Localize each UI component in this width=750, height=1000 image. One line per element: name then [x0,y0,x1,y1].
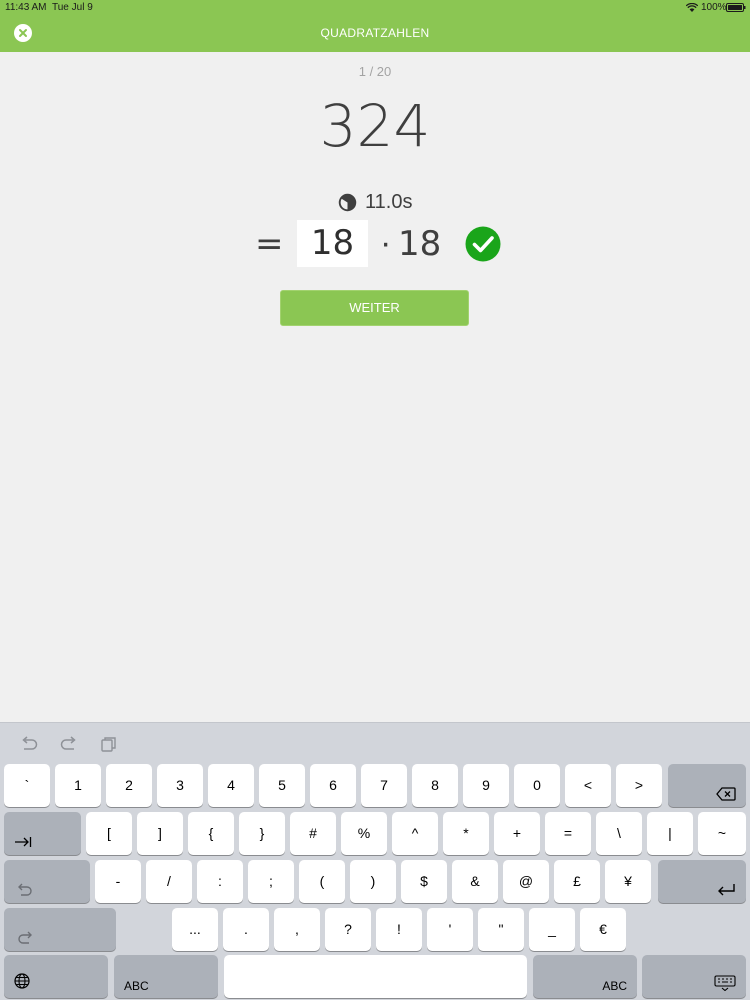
equals-sign: = [255,224,284,264]
key[interactable]: 9 [463,764,509,807]
page-title: QUADRATZAHLEN [320,26,430,40]
key[interactable]: ] [137,812,183,855]
paste-icon[interactable] [100,736,118,752]
key[interactable]: 7 [361,764,407,807]
key[interactable]: " [478,908,524,951]
key[interactable]: @ [503,860,549,903]
return-icon [718,884,735,896]
app-header: 11:43 AM Tue Jul 9 100% QUADRATZAHLEN [0,0,750,52]
keyboard-dismiss-icon [714,975,736,991]
tab-icon [15,837,32,847]
redo-key[interactable] [4,908,116,951]
key[interactable]: [ [86,812,132,855]
abc-label-right: ABC [602,979,627,993]
key[interactable]: ... [172,908,218,951]
key[interactable]: ? [325,908,371,951]
undo-key[interactable] [4,860,90,903]
answer-input[interactable]: 18 [297,220,368,267]
progress-counter: 1 / 20 [358,64,392,79]
key[interactable]: 0 [514,764,560,807]
key[interactable]: = [545,812,591,855]
key[interactable]: | [647,812,693,855]
battery-percent: 100% [701,2,727,13]
question-number: 324 [319,92,431,160]
key[interactable]: { [188,812,234,855]
tab-key[interactable] [4,812,81,855]
redo-arrow-icon [18,931,32,944]
answer-row: = 18 · 18 [0,220,750,268]
battery-icon [726,3,746,12]
key[interactable]: ) [350,860,396,903]
key[interactable]: } [239,812,285,855]
space-key[interactable] [224,955,527,998]
key[interactable]: ^ [392,812,438,855]
key[interactable]: € [580,908,626,951]
globe-icon [14,973,30,989]
key[interactable]: ¥ [605,860,651,903]
key[interactable]: > [616,764,662,807]
key[interactable]: ! [376,908,422,951]
status-date: Tue Jul 9 [52,2,93,13]
backspace-icon [716,787,736,801]
key[interactable]: _ [529,908,575,951]
key[interactable]: ; [248,860,294,903]
second-factor: 18 [398,224,442,264]
wifi-icon [686,3,698,12]
key[interactable]: ( [299,860,345,903]
key[interactable]: 4 [208,764,254,807]
dismiss-keyboard-key[interactable] [642,955,746,998]
key[interactable]: ~ [698,812,746,855]
abc-label-left: ABC [124,979,149,993]
key[interactable]: \ [596,812,642,855]
next-button[interactable]: WEITER [280,290,469,326]
timer-value: 11.0s [365,190,413,213]
key[interactable]: ' [427,908,473,951]
key[interactable]: : [197,860,243,903]
key[interactable]: 1 [55,764,101,807]
key[interactable]: - [95,860,141,903]
status-time: 11:43 AM [5,2,47,13]
timer: 11.0s [338,191,412,213]
key[interactable]: 5 [259,764,305,807]
key[interactable]: & [452,860,498,903]
correct-check-icon [465,226,501,262]
key[interactable]: £ [554,860,600,903]
key[interactable]: % [341,812,387,855]
key[interactable]: 6 [310,764,356,807]
key[interactable]: 8 [412,764,458,807]
backspace-key[interactable] [668,764,746,807]
return-key[interactable] [658,860,746,903]
undo-icon[interactable] [20,736,38,752]
abc-key-right[interactable]: ABC [533,955,637,998]
globe-key[interactable] [4,955,108,998]
undo-arrow-icon [18,883,32,896]
key[interactable]: 3 [157,764,203,807]
key[interactable]: ` [4,764,50,807]
timer-icon [338,193,357,211]
key[interactable]: < [565,764,611,807]
key[interactable]: , [274,908,320,951]
key[interactable]: . [223,908,269,951]
key[interactable]: 2 [106,764,152,807]
multiply-dot: · [380,224,392,262]
redo-icon[interactable] [60,736,78,752]
key[interactable]: * [443,812,489,855]
key[interactable]: $ [401,860,447,903]
key[interactable]: + [494,812,540,855]
key[interactable]: # [290,812,336,855]
abc-key-left[interactable]: ABC [114,955,218,998]
key[interactable]: / [146,860,192,903]
